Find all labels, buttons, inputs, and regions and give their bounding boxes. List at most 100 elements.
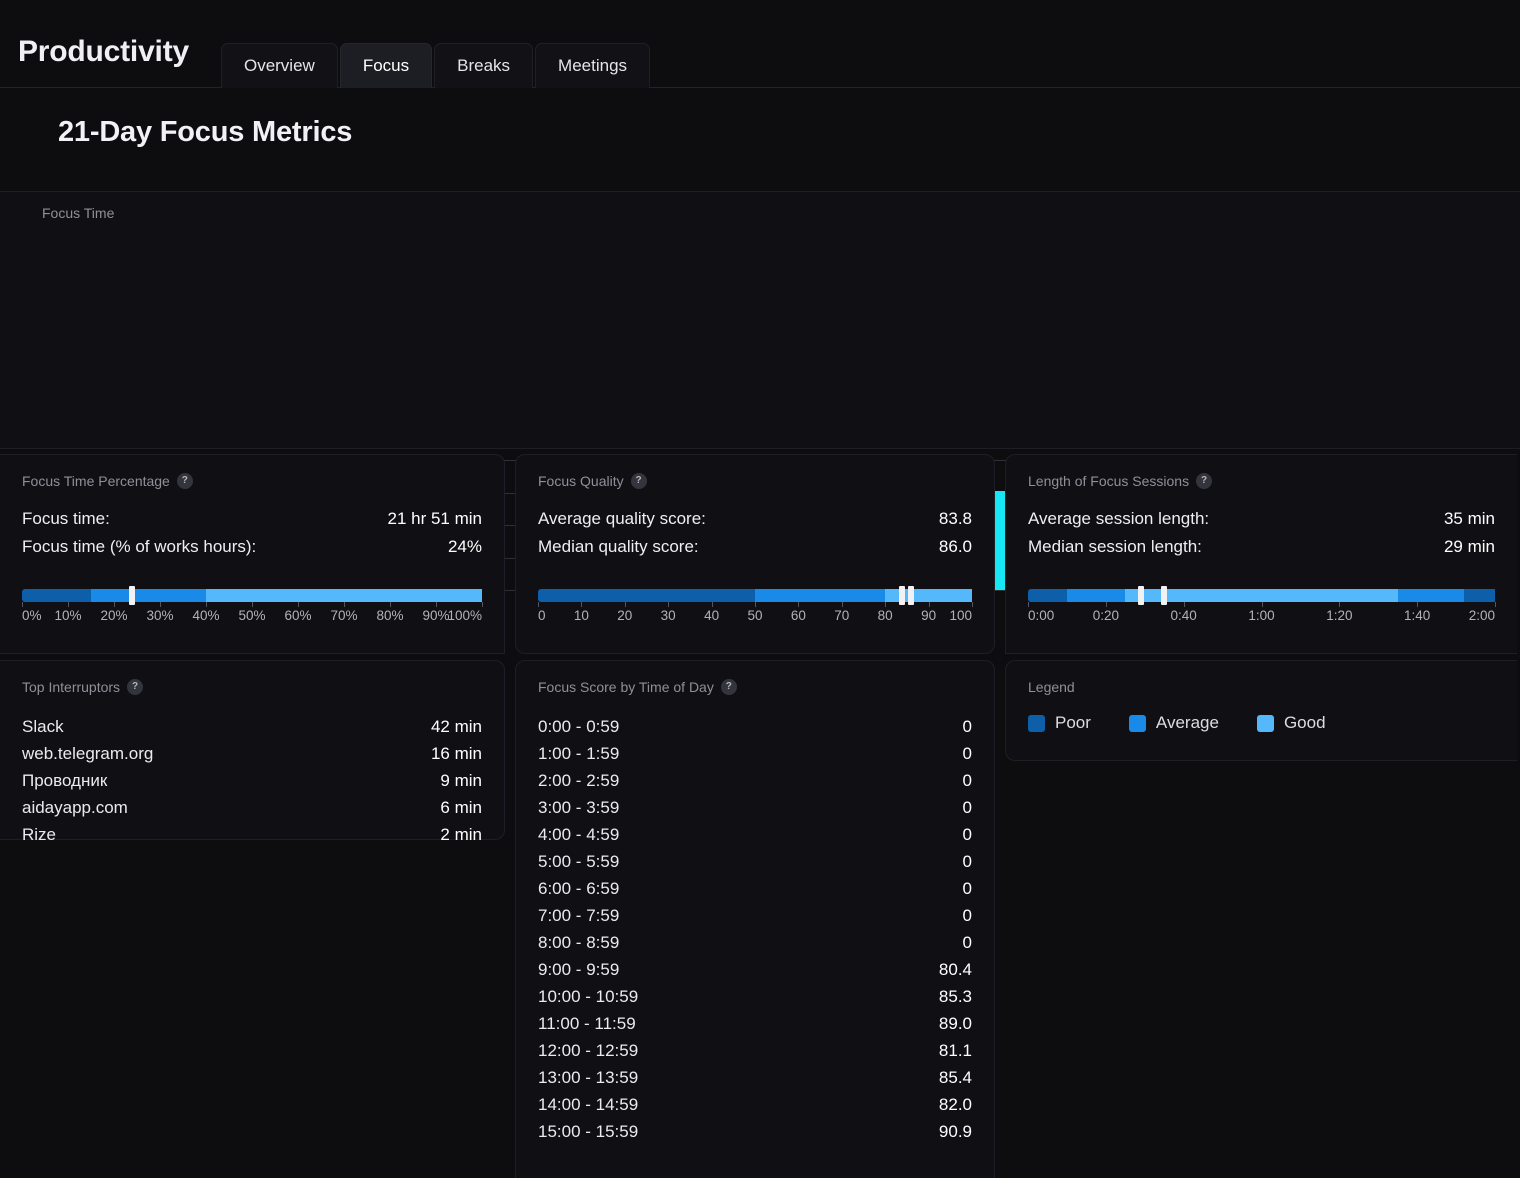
range-tick-row: 0% 10% 20% 30% 40% 50% 60% 70% 80% 90% 100% bbox=[22, 602, 483, 630]
range-tick-mark bbox=[624, 602, 626, 607]
help-icon[interactable]: ? bbox=[720, 679, 737, 695]
range-tick-label: 0:20 bbox=[1092, 608, 1119, 623]
metric-row: Focus time (% of works hours): 24% bbox=[22, 537, 482, 557]
range-bar[interactable] bbox=[538, 586, 972, 605]
metric-value: 29 min bbox=[1443, 537, 1495, 556]
list-item: 4:00 - 4:59 0 bbox=[538, 821, 972, 848]
help-icon[interactable]: ? bbox=[1196, 473, 1213, 489]
range-tick-mark bbox=[344, 602, 345, 607]
range-tick-mark bbox=[841, 602, 843, 607]
list-item: 15:00 - 15:59 90.9 bbox=[538, 1118, 972, 1145]
list-item-value: 0 bbox=[962, 770, 972, 790]
range-tick-label: 1:20 bbox=[1326, 608, 1353, 623]
app-header: Productivity Overview Focus Breaks Meetings bbox=[0, 0, 1520, 88]
range-tick-label: 40% bbox=[192, 608, 220, 623]
list-item-label: 4:00 - 4:59 bbox=[538, 824, 620, 844]
list-item-label: 12:00 - 12:59 bbox=[538, 1040, 639, 1060]
list-item: 13:00 - 13:59 85.4 bbox=[538, 1064, 972, 1091]
range-segment-average bbox=[755, 589, 886, 602]
list-item: 3:00 - 3:59 0 bbox=[538, 794, 972, 821]
metric-rows: Average quality score: 83.8 Median quality… bbox=[538, 509, 972, 557]
card-title-text: Top Interruptors bbox=[22, 679, 121, 695]
legend-item-poor: Poor bbox=[1028, 713, 1091, 733]
focus-sessions-scale: 0:00 0:20 0:40 1:00 1:20 1:40 2:00 bbox=[1028, 586, 1496, 630]
range-tick-label: 2:00 bbox=[1468, 608, 1495, 623]
range-marker[interactable] bbox=[898, 586, 905, 605]
list-item-value: 85.3 bbox=[938, 986, 972, 1006]
list-item-label: web.telegram.org bbox=[22, 743, 154, 763]
metric-value: 83.8 bbox=[938, 509, 972, 528]
card-title: Top Interruptors ? bbox=[22, 679, 482, 695]
range-tick-mark bbox=[711, 602, 713, 607]
list-item-value: 0 bbox=[962, 905, 972, 925]
top-interruptors-card: Top Interruptors ? Slack 42 min web.telegr… bbox=[0, 660, 505, 844]
range-segment-poor bbox=[1463, 589, 1495, 602]
range-tick-label: 60 bbox=[790, 608, 806, 623]
range-tick-label: 1:00 bbox=[1248, 608, 1275, 623]
help-icon[interactable]: ? bbox=[630, 473, 647, 489]
range-marker[interactable] bbox=[129, 586, 136, 605]
list-item-value: 0 bbox=[962, 851, 972, 871]
range-tick-label: 50% bbox=[238, 608, 266, 623]
range-tick-label: 30% bbox=[146, 608, 174, 623]
range-segment-poor bbox=[1028, 589, 1067, 602]
list-item: 0:00 - 0:59 0 bbox=[538, 713, 972, 740]
tab-bar: Overview Focus Breaks Meetings bbox=[220, 42, 651, 88]
list-item-label: 11:00 - 11:59 bbox=[538, 1013, 636, 1033]
card-title-text: Length of Focus Sessions bbox=[1028, 473, 1190, 489]
range-tick-label: 80 bbox=[877, 608, 893, 623]
tab-focus[interactable]: Focus bbox=[339, 43, 433, 88]
list-item-value: 9 min bbox=[440, 770, 482, 790]
range-segment-good bbox=[206, 589, 482, 602]
range-tick-label: 80% bbox=[376, 608, 404, 623]
list-item-label: 7:00 - 7:59 bbox=[538, 905, 620, 925]
tab-breaks[interactable]: Breaks bbox=[434, 43, 534, 88]
legend-swatch-poor bbox=[1028, 714, 1045, 732]
range-segment-average bbox=[91, 589, 206, 602]
range-tick-mark bbox=[1183, 602, 1185, 607]
list-item-value: 2 min bbox=[440, 824, 482, 844]
metric-row: Median quality score: 86.0 bbox=[538, 537, 972, 557]
list-item: aidayapp.com 6 min bbox=[22, 794, 482, 821]
metric-label: Median quality score: bbox=[538, 537, 699, 556]
list-item-label: 13:00 - 13:59 bbox=[538, 1067, 639, 1087]
metrics-row-1: Focus Time Percentage ? Focus time: 21 hr… bbox=[0, 449, 1520, 654]
range-tick-mark bbox=[798, 602, 800, 607]
list-item-label: 10:00 - 10:59 bbox=[538, 986, 639, 1006]
focus-time-percentage-scale: 0% 10% 20% 30% 40% 50% 60% 70% 80% 90% 100% bbox=[22, 586, 483, 630]
range-tick-label: 70 bbox=[834, 608, 850, 623]
focus-time-percentage-card: Focus Time Percentage ? Focus time: 21 hr… bbox=[0, 454, 505, 654]
legend-label: Average bbox=[1155, 713, 1219, 732]
range-tick-mark bbox=[114, 602, 115, 607]
range-tick-mark bbox=[885, 602, 887, 607]
range-tick-label: 20 bbox=[617, 608, 633, 623]
legend-swatch-average bbox=[1128, 714, 1146, 732]
range-segment-average bbox=[1066, 589, 1126, 602]
range-tick-mark bbox=[252, 602, 253, 607]
range-bar[interactable] bbox=[1028, 586, 1495, 605]
range-tick-mark bbox=[22, 602, 23, 607]
range-marker[interactable] bbox=[1161, 586, 1168, 605]
range-bar[interactable] bbox=[22, 586, 482, 605]
range-tick-mark bbox=[1495, 602, 1496, 607]
legend-items: Poor Average Good bbox=[1028, 713, 1495, 733]
list-item-label: 6:00 - 6:59 bbox=[538, 878, 620, 898]
help-icon[interactable]: ? bbox=[127, 679, 144, 695]
card-title: Focus Quality ? bbox=[538, 473, 972, 489]
tab-meetings[interactable]: Meetings bbox=[535, 43, 651, 88]
range-marker[interactable] bbox=[1137, 586, 1144, 605]
list-item: 9:00 - 9:59 80.4 bbox=[538, 956, 972, 983]
help-icon[interactable]: ? bbox=[176, 473, 193, 489]
card-title-text: Focus Score by Time of Day bbox=[538, 679, 714, 695]
range-tick-label: 1:40 bbox=[1404, 608, 1431, 623]
list-item-value: 0 bbox=[962, 797, 972, 817]
list-item-label: Проводник bbox=[22, 770, 108, 790]
metric-label: Median session length: bbox=[1028, 537, 1202, 556]
list-item: 1:00 - 1:59 0 bbox=[538, 740, 972, 767]
list-item: 7:00 - 7:59 0 bbox=[538, 902, 972, 929]
range-tick-mark bbox=[390, 602, 391, 607]
list-item-label: 2:00 - 2:59 bbox=[538, 770, 620, 790]
list-item-label: 8:00 - 8:59 bbox=[538, 932, 620, 952]
tab-overview[interactable]: Overview bbox=[220, 43, 338, 88]
range-marker[interactable] bbox=[908, 586, 915, 605]
